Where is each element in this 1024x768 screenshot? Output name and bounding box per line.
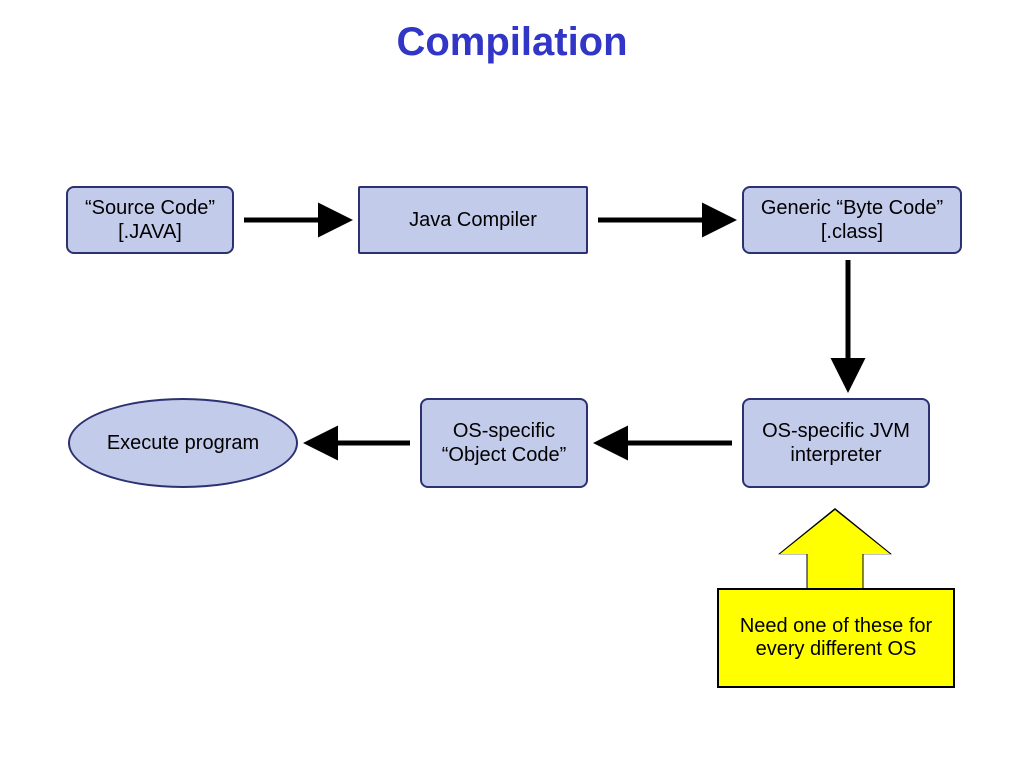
node-java-compiler: Java Compiler (358, 186, 588, 254)
node-source-code: “Source Code” [.JAVA] (66, 186, 234, 254)
slide-title: Compilation (0, 20, 1024, 65)
callout-arrow-icon (780, 510, 890, 590)
node-byte-code: Generic “Byte Code” [.class] (742, 186, 962, 254)
node-execute-program: Execute program (68, 398, 298, 488)
callout-note: Need one of these for every different OS (717, 588, 955, 688)
node-object-code: OS-specific “Object Code” (420, 398, 588, 488)
node-jvm-interpreter: OS-specific JVM interpreter (742, 398, 930, 488)
